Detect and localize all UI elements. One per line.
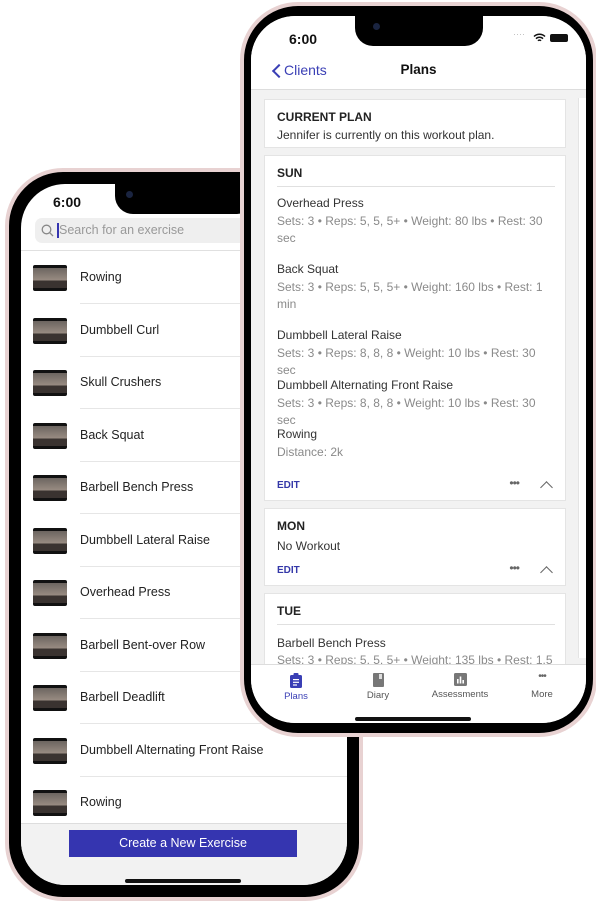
exercise-name: Dumbbell Alternating Front Raise: [80, 742, 264, 757]
plans-screen: 6:00 ···· Clients Plans CURRENT PLAN Jen…: [251, 16, 586, 723]
divider: [277, 624, 555, 625]
current-plan-heading: CURRENT PLAN: [277, 110, 372, 124]
tab-bar: Plans Diary Assessments ••• More: [251, 664, 586, 723]
notch: [355, 16, 483, 46]
day-heading: TUE: [277, 604, 301, 618]
status-time: 6:00: [53, 194, 82, 210]
exercise-name: Rowing: [80, 270, 122, 284]
camera: [126, 191, 133, 198]
exercise-thumbnail: [33, 580, 67, 606]
exercise-thumbnail: [33, 527, 67, 554]
current-plan-text: Jennifer is currently on this workout pl…: [277, 128, 495, 142]
exercise-thumbnail: [33, 370, 67, 396]
exercise-name: Barbell Bench Press: [80, 480, 194, 494]
bottom-bar: Create a New Exercise: [21, 823, 347, 885]
day-card-mon: MON No Workout EDIT •••: [264, 508, 566, 586]
more-options-icon[interactable]: •••: [509, 561, 520, 575]
day-card-sun: SUN Overhead Press Sets: 3 • Reps: 5, 5, …: [264, 155, 566, 501]
exercise-name: Dumbbell Curl: [80, 322, 160, 337]
exercise-name: Back Squat: [80, 427, 144, 442]
collapse-chevron-icon[interactable]: [540, 566, 553, 579]
tab-label: Plans: [284, 691, 308, 702]
day-heading: SUN: [277, 166, 303, 180]
exercise-list-item[interactable]: Rowing: [21, 777, 347, 829]
exercise-name: Barbell Deadlift: [80, 690, 165, 704]
exercise-thumbnail: [33, 422, 67, 449]
page-title: Plans: [400, 62, 437, 77]
no-workout-text: No Workout: [277, 539, 341, 553]
exercise-details: Sets: 3 • Reps: 8, 8, 8 • Weight: 10 lbs…: [277, 346, 536, 377]
exercise-name: Back Squat: [277, 262, 339, 276]
exercise-name: Overhead Press: [80, 585, 171, 599]
more-icon: •••: [538, 671, 547, 682]
exercise-thumbnail: [33, 265, 67, 291]
exercise-thumbnail: [33, 737, 67, 764]
tab-more[interactable]: ••• More: [501, 665, 583, 700]
exercise-details: Distance: 2k: [277, 445, 344, 459]
exercise-thumbnail: [33, 790, 67, 816]
exercise-details: Sets: 3 • Reps: 5, 5, 5+ • Weight: 80 lb…: [277, 214, 543, 245]
bar-chart-icon: [453, 673, 467, 686]
exercise-name: Rowing: [80, 795, 122, 809]
create-exercise-button[interactable]: Create a New Exercise: [69, 830, 297, 857]
exercise-name: Barbell Bench Press: [277, 636, 386, 650]
exercise-name: Rowing: [277, 427, 318, 441]
exercise-thumbnail: [33, 317, 67, 344]
wifi-icon: [533, 33, 546, 42]
collapse-chevron-icon[interactable]: [540, 481, 553, 494]
search-placeholder: Search for an exercise: [59, 223, 185, 237]
search-icon: [41, 224, 54, 237]
more-options-icon[interactable]: •••: [509, 476, 520, 490]
exercise-thumbnail: [33, 685, 67, 711]
tab-label: Assessments: [431, 689, 489, 700]
exercise-name: Dumbbell Lateral Raise: [277, 328, 402, 342]
exercise-thumbnail: [33, 475, 67, 501]
tab-label: Diary: [366, 690, 390, 701]
exercise-name: Dumbbell Lateral Raise: [80, 532, 210, 547]
divider: [277, 186, 555, 187]
status-time: 6:00: [289, 31, 318, 47]
exercise-name: Barbell Bent-over Row: [80, 637, 206, 652]
exercise-details: Sets: 3 • Reps: 5, 5, 5+ • Weight: 160 l…: [277, 280, 543, 311]
home-indicator: [125, 879, 241, 883]
next-page-peek: [578, 98, 586, 658]
right-phone-frame: 6:00 ···· Clients Plans CURRENT PLAN Jen…: [240, 2, 596, 737]
book-icon: [372, 673, 384, 687]
status-icons: ····: [513, 29, 573, 43]
day-heading: MON: [277, 519, 305, 533]
signal-icon: ····: [513, 29, 525, 39]
notch: [115, 184, 255, 214]
tab-plans[interactable]: Plans: [255, 665, 337, 702]
home-indicator: [355, 717, 471, 721]
exercise-name: Overhead Press: [277, 196, 364, 210]
tab-label: More: [531, 689, 553, 700]
exercise-thumbnail: [33, 632, 67, 659]
exercise-name: Dumbbell Alternating Front Raise: [277, 378, 454, 392]
edit-button[interactable]: EDIT: [277, 480, 300, 491]
clipboard-icon: [290, 673, 302, 688]
tab-assessments[interactable]: Assessments: [419, 665, 501, 700]
battery-icon: [550, 34, 568, 42]
exercise-name: Skull Crushers: [80, 375, 162, 389]
tab-diary[interactable]: Diary: [337, 665, 419, 701]
current-plan-card: CURRENT PLAN Jennifer is currently on th…: [264, 99, 566, 148]
camera: [373, 23, 380, 30]
edit-button[interactable]: EDIT: [277, 565, 300, 576]
exercise-details: Sets: 3 • Reps: 8, 8, 8 • Weight: 10 lbs…: [277, 396, 536, 427]
